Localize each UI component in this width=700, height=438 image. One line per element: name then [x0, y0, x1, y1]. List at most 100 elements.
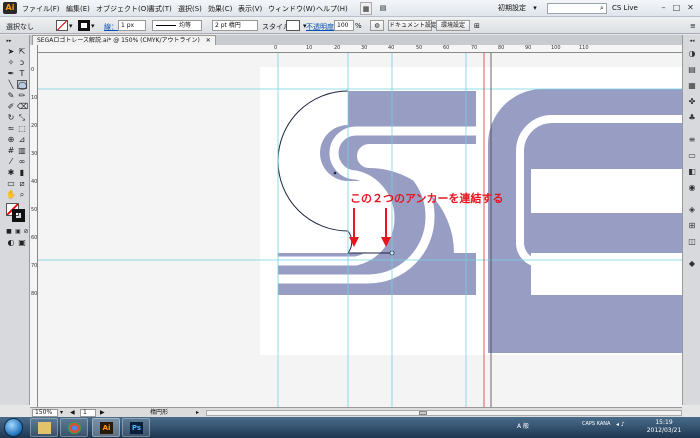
layers-panel-icon[interactable]: ◆	[687, 259, 697, 268]
logo-letter-e[interactable]	[488, 89, 682, 353]
pathfinder-panel-icon[interactable]: ◫	[687, 237, 697, 246]
menu-effect[interactable]: 効果(C)	[208, 4, 232, 14]
horizontal-ruler[interactable]: 0 10 20 30 40 50 60 70 80 90 100 110	[38, 45, 682, 53]
ime-indicator[interactable]: A 般	[517, 421, 529, 430]
search-icon[interactable]: ⌕	[597, 2, 607, 15]
blob-brush-tool-icon[interactable]: ✐	[6, 102, 16, 111]
transparency-panel-icon[interactable]: ◧	[687, 167, 697, 176]
appearance-panel-icon[interactable]: ◉	[687, 183, 697, 192]
menu-view[interactable]: 表示(V)	[238, 4, 262, 14]
selection-tool-icon[interactable]: ➤	[6, 47, 16, 56]
paintbrush-tool-icon[interactable]: ✎	[6, 91, 16, 100]
pencil-tool-icon[interactable]: ✏	[17, 91, 27, 100]
status-menu-icon[interactable]: ▸	[196, 409, 199, 417]
close-button[interactable]: ✕	[685, 3, 696, 13]
artboard-number-field[interactable]: 1	[80, 409, 96, 417]
fill-swatch[interactable]	[56, 20, 68, 31]
graphic-style-swatch[interactable]	[286, 20, 300, 31]
magic-wand-tool-icon[interactable]: ✧	[6, 58, 16, 67]
align-panel-icon[interactable]: ⊞	[687, 221, 697, 230]
align-icon[interactable]: ⊞	[474, 22, 480, 30]
swatches-panel-icon[interactable]: ▦	[687, 81, 697, 90]
document-setup-button[interactable]: ドキュメント設定	[388, 20, 437, 31]
bridge-icon[interactable]: ▦	[360, 2, 372, 15]
tray-icons[interactable]: ◂ ♪	[616, 421, 625, 428]
graph-tool-icon[interactable]: ▮	[17, 168, 27, 177]
workspace-switcher[interactable]: 初期設定	[498, 2, 526, 15]
explorer-taskbar-button[interactable]	[30, 418, 58, 437]
blend-tool-icon[interactable]: ∞	[17, 157, 27, 166]
graphic-styles-panel-icon[interactable]: ◈	[687, 205, 697, 214]
canvas[interactable]: この２つのアンカーを連結する	[38, 53, 682, 407]
first-artboard-icon[interactable]: ◀	[70, 409, 75, 417]
screen-mode-icon[interactable]: ▣	[17, 238, 27, 247]
chrome-taskbar-button[interactable]	[60, 418, 88, 437]
draw-mode-icon[interactable]: ◐	[6, 238, 16, 247]
chevron-down-icon[interactable]: ▾	[69, 22, 73, 30]
menu-edit[interactable]: 編集(E)	[66, 4, 90, 14]
perspective-grid-tool-icon[interactable]: ⊿	[17, 135, 27, 144]
stroke-color-box[interactable]	[12, 209, 25, 222]
vertical-ruler[interactable]: 0 10 20 30 40 50 60 70 80	[30, 45, 38, 407]
mesh-tool-icon[interactable]: #	[6, 146, 16, 155]
minimize-button[interactable]: –	[658, 3, 669, 13]
shape-builder-tool-icon[interactable]: ⊕	[6, 135, 16, 144]
stroke-label[interactable]: 線：	[104, 22, 118, 32]
opacity-field[interactable]: 100	[334, 20, 354, 31]
anchor-point[interactable]	[333, 171, 337, 175]
illustrator-taskbar-button[interactable]: Ai	[92, 418, 120, 437]
stroke-swatch[interactable]	[78, 20, 90, 31]
symbol-sprayer-tool-icon[interactable]: ✱	[6, 168, 16, 177]
panel-menu-icon[interactable]: ≡	[690, 22, 696, 30]
zoom-select[interactable]: 150%	[32, 409, 58, 417]
artboard-tool-icon[interactable]: ▭	[6, 179, 16, 188]
slice-tool-icon[interactable]: ⧄	[17, 179, 27, 188]
free-transform-tool-icon[interactable]: ⬚	[17, 124, 27, 133]
preferences-button[interactable]: 環境設定	[436, 20, 470, 31]
close-icon[interactable]: ✕	[206, 37, 211, 44]
brushes-panel-icon[interactable]: ✤	[687, 97, 697, 106]
start-button[interactable]	[4, 418, 23, 437]
clock[interactable]: 15:19 2012/03/21	[640, 419, 688, 435]
stroke-profile-select[interactable]: 均等	[152, 20, 202, 31]
pen-tool-icon[interactable]: ✒	[6, 69, 16, 78]
document-tab[interactable]: SEGAロゴトレース解説.ai* @ 150% (CMYK/アウトライン) ✕	[32, 35, 216, 45]
rotate-tool-icon[interactable]: ↻	[6, 113, 16, 122]
lasso-tool-icon[interactable]: ↄ	[17, 58, 27, 67]
cs-live-button[interactable]: CS Live	[612, 4, 638, 12]
panel-expand-icon[interactable]: ◂◂	[687, 37, 697, 46]
menu-type[interactable]: 書式(T)	[148, 4, 172, 14]
menu-window[interactable]: ウィンドウ(W)	[268, 4, 315, 14]
warp-tool-icon[interactable]: ≈	[6, 124, 16, 133]
menu-object[interactable]: オブジェクト(O)	[96, 4, 149, 14]
zoom-tool-icon[interactable]: ⌕	[17, 190, 27, 199]
chevron-down-icon[interactable]: ▾	[91, 22, 95, 30]
hand-tool-icon[interactable]: ✋	[6, 190, 16, 199]
eraser-tool-icon[interactable]: ⌫	[17, 102, 28, 111]
horizontal-scrollbar[interactable]	[206, 410, 682, 416]
line-tool-icon[interactable]: ╲	[6, 80, 16, 89]
gradient-tool-icon[interactable]: ▥	[17, 146, 27, 155]
scrollbar-thumb[interactable]	[419, 411, 427, 415]
photoshop-taskbar-button[interactable]: Ps	[122, 418, 150, 437]
stroke-panel-icon[interactable]: ≡	[687, 135, 697, 144]
eyedropper-tool-icon[interactable]: ⁄	[6, 157, 16, 166]
next-artboard-icon[interactable]: ▶	[100, 409, 105, 417]
panel-collapse-icon[interactable]: ▸▸	[4, 37, 14, 46]
chevron-down-icon[interactable]: ▾	[530, 2, 540, 15]
chevron-down-icon[interactable]: ▾	[60, 409, 63, 417]
type-tool-icon[interactable]: T	[17, 69, 27, 78]
ellipse-tool-icon[interactable]: ◯	[17, 80, 27, 90]
menu-help[interactable]: ヘルプ(H)	[316, 4, 348, 14]
gradient-panel-icon[interactable]: ▭	[687, 151, 697, 160]
stroke-weight-field[interactable]: 1 px	[118, 20, 146, 31]
menu-file[interactable]: ファイル(F)	[22, 4, 60, 14]
color-guide-panel-icon[interactable]: ▤	[687, 65, 697, 74]
color-panel-icon[interactable]: ◑	[687, 49, 697, 58]
menu-select[interactable]: 選択(S)	[178, 4, 202, 14]
maximize-button[interactable]: □	[671, 3, 682, 13]
direct-selection-tool-icon[interactable]: ⇱	[17, 47, 27, 56]
arrange-documents-icon[interactable]: ▤	[376, 2, 390, 15]
symbols-panel-icon[interactable]: ♣	[687, 113, 697, 122]
recolor-artwork-icon[interactable]: ◍	[370, 20, 384, 31]
